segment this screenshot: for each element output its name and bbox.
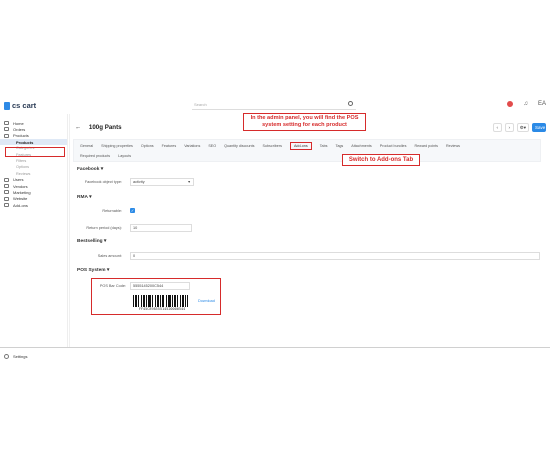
tab-attachments[interactable]: Attachments bbox=[351, 144, 372, 148]
admin-app: cs cart Search ♫ EA Home Orders Products… bbox=[0, 98, 550, 359]
switch-addons-callout: Switch to Add-ons Tab bbox=[342, 154, 420, 166]
logo-text: cs cart bbox=[12, 101, 37, 110]
sidebar-item-addons[interactable]: Add-ons bbox=[0, 202, 67, 208]
rma-heading[interactable]: RMA ▾ bbox=[77, 195, 92, 200]
search-input[interactable]: Search bbox=[192, 101, 356, 110]
return-period-label: Return period (days): bbox=[86, 226, 122, 230]
bestselling-heading[interactable]: Bestselling ▾ bbox=[77, 239, 106, 244]
return-period-input[interactable]: 10 bbox=[130, 224, 192, 232]
search-icon[interactable] bbox=[348, 101, 353, 106]
gear-icon bbox=[4, 354, 9, 359]
sales-amount-label: Sales amount: bbox=[97, 254, 122, 258]
home-icon bbox=[4, 121, 9, 126]
save-button[interactable]: Save bbox=[532, 123, 546, 132]
products-highlight-box bbox=[5, 147, 65, 157]
cart-icon bbox=[4, 127, 9, 132]
returnable-label: Returnable: bbox=[102, 209, 122, 213]
content-divider bbox=[69, 114, 70, 348]
facebook-object-type-label: Facebook object type: bbox=[84, 180, 122, 184]
pos-barcode-input[interactable]: 5555145200C544 bbox=[130, 282, 190, 290]
bell-icon[interactable]: ♫ bbox=[523, 101, 528, 107]
download-link[interactable]: Download bbox=[198, 299, 215, 303]
tab-variations[interactable]: Variations bbox=[184, 144, 200, 148]
facebook-heading[interactable]: Facebook ▾ bbox=[77, 167, 103, 172]
monitor-icon bbox=[4, 196, 9, 201]
tab-options[interactable]: Options bbox=[141, 144, 154, 148]
next-button[interactable]: › bbox=[504, 123, 514, 132]
tag-icon bbox=[4, 133, 9, 138]
page-title: ← 100g Pants bbox=[75, 124, 122, 131]
tab-quantity-discounts[interactable]: Quantity discounts bbox=[224, 144, 254, 148]
sales-amount-input[interactable]: 0 bbox=[130, 252, 540, 260]
tab-tabs[interactable]: Tabs bbox=[320, 144, 328, 148]
user-avatar[interactable]: EA bbox=[538, 101, 546, 107]
tab-general[interactable]: General bbox=[80, 144, 93, 148]
megaphone-icon bbox=[4, 190, 9, 195]
notification-badge-icon[interactable] bbox=[507, 101, 514, 107]
pos-barcode-label: POS Bar Code: bbox=[99, 284, 126, 288]
barcode-image bbox=[133, 295, 191, 307]
tab-features[interactable]: Features bbox=[162, 144, 177, 148]
pos-system-highlight-box: POS Bar Code: 5555145200C544 FF45C898555… bbox=[91, 278, 221, 315]
chevron-down-icon: ▾ bbox=[188, 180, 190, 184]
gear-dropdown-icon[interactable]: ⚙▾ bbox=[516, 123, 529, 132]
sidebar-item-settings[interactable]: Settings bbox=[4, 354, 27, 359]
tab-subscribers[interactable]: Subscribers bbox=[262, 144, 281, 148]
admin-panel-callout: In the admin panel, you will find the PO… bbox=[243, 113, 366, 131]
cs-cart-logo-icon bbox=[4, 101, 10, 110]
tab-product-bundles[interactable]: Product bundles bbox=[380, 144, 407, 148]
back-arrow-icon[interactable]: ← bbox=[75, 124, 81, 131]
barcode-text: FF45C89855514520000544 bbox=[138, 307, 186, 311]
tabs-panel: General Shipping properties Options Feat… bbox=[73, 139, 541, 162]
tabs-row-1: General Shipping properties Options Feat… bbox=[74, 140, 540, 151]
pos-system-heading[interactable]: POS System ▾ bbox=[77, 268, 109, 273]
tab-addons[interactable]: Add-ons bbox=[289, 141, 312, 150]
top-icons: ♫ EA bbox=[507, 101, 546, 107]
tab-shipping-properties[interactable]: Shipping properties bbox=[101, 144, 133, 148]
bottom-divider bbox=[0, 347, 550, 348]
tab-layouts[interactable]: Layouts bbox=[118, 154, 131, 158]
tab-reviews[interactable]: Reviews bbox=[446, 144, 460, 148]
user-icon bbox=[4, 177, 9, 182]
puzzle-icon bbox=[4, 203, 9, 207]
vendors-icon bbox=[4, 184, 9, 189]
tabs-row-2: Required products Layouts bbox=[74, 151, 540, 160]
top-bar: cs cart Search ♫ EA bbox=[0, 98, 550, 114]
tab-required-products[interactable]: Required products bbox=[80, 154, 110, 158]
tab-reward-points[interactable]: Reward points bbox=[414, 144, 438, 148]
logo[interactable]: cs cart bbox=[4, 101, 36, 110]
tab-tags[interactable]: Tags bbox=[335, 144, 343, 148]
tab-seo[interactable]: SEO bbox=[208, 144, 216, 148]
returnable-checkbox[interactable]: ✓ bbox=[130, 208, 135, 213]
page-tools: ‹ › ⚙▾ Save bbox=[492, 123, 546, 132]
facebook-object-type-select[interactable]: activity ▾ bbox=[130, 178, 194, 186]
prev-button[interactable]: ‹ bbox=[492, 123, 502, 132]
